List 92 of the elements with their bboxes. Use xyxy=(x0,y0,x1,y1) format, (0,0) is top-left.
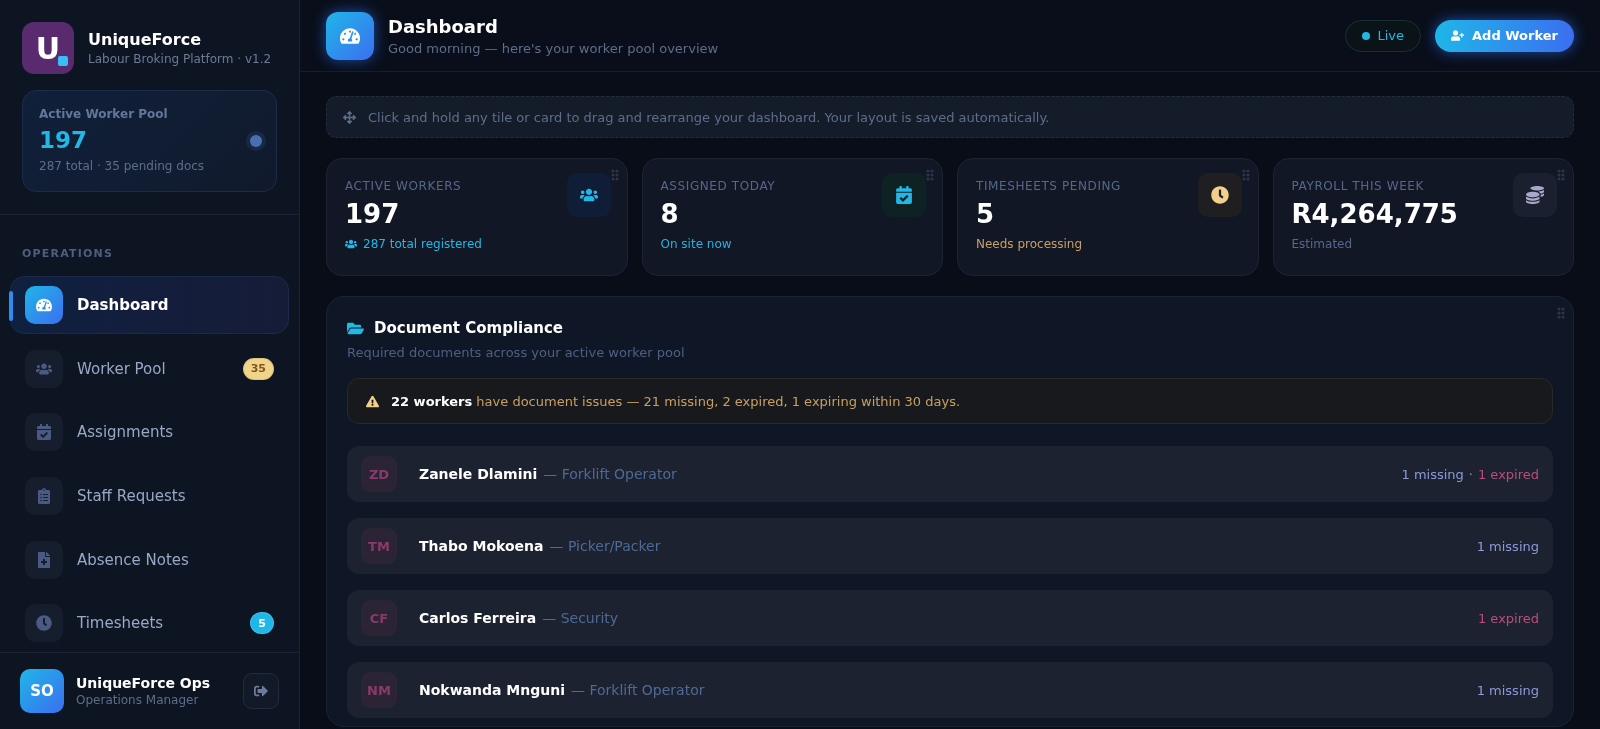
stat-card[interactable]: ACTIVE WORKERS 197 287 total registered xyxy=(326,158,628,276)
user-plus-icon xyxy=(1451,29,1465,42)
nav-item[interactable]: Worker Pool 35 xyxy=(10,339,289,398)
user-avatar: SO xyxy=(20,669,64,713)
calendar-check-icon xyxy=(25,413,63,452)
nav-item[interactable]: Absence Notes xyxy=(10,530,289,589)
stat-label: ACTIVE WORKERS xyxy=(345,179,463,193)
hint-text: Click and hold any tile or card to drag and rearrange your dashboard. Your layout is saved automatically. xyxy=(368,109,1050,125)
worker-row[interactable]: NM Nokwanda Mnguni — Forklift Operator 1 missing xyxy=(347,662,1553,718)
live-indicator: Live xyxy=(1344,19,1422,52)
worker-name: Zanele Dlamini xyxy=(419,466,538,482)
worker-row[interactable]: ZD Zanele Dlamini — Forklift Operator 1 missing · 1 expired xyxy=(347,446,1553,502)
page-subtitle: Good morning — here's your worker pool overview xyxy=(388,40,719,56)
stat-label: PAYROLL THIS WEEK xyxy=(1291,179,1425,193)
drag-handle-icon[interactable] xyxy=(926,169,934,181)
stat-note: Estimated xyxy=(1291,237,1354,251)
worker-row[interactable]: CF Carlos Ferreira — Security 1 expired xyxy=(347,590,1553,646)
nav-label: Absence Notes xyxy=(77,550,190,569)
pool-detail: 287 total · 35 pending docs xyxy=(39,159,206,173)
clock-icon xyxy=(25,604,63,643)
stat-note: Needs processing xyxy=(976,237,1084,251)
warning-icon xyxy=(366,394,379,408)
drag-handle-icon[interactable] xyxy=(1557,307,1565,319)
stat-value: 8 xyxy=(660,199,680,229)
stat-note: On site now xyxy=(660,237,733,251)
initials-avatar: TM xyxy=(361,528,397,564)
worker-row[interactable]: TM Thabo Mokoena — Picker/Packer 1 missing xyxy=(347,518,1553,574)
users-icon xyxy=(566,173,611,217)
stat-card[interactable]: TIMESHEETS PENDING 5 Needs processing xyxy=(957,158,1259,276)
nav-item[interactable]: Staff Requests xyxy=(10,467,289,525)
count-badge: 5 xyxy=(250,612,274,635)
nav-item[interactable]: Timesheets 5 xyxy=(10,594,289,652)
users-icon xyxy=(25,349,63,388)
warning-text: 22 workers have document issues — 21 missing, 2 expired, 1 expiring within 30 days. xyxy=(391,393,961,409)
issue-count: 1 expired xyxy=(1477,610,1539,626)
page-title: Dashboard xyxy=(388,15,499,37)
stat-card[interactable]: PAYROLL THIS WEEK R4,264,775 Estimated xyxy=(1272,158,1574,276)
nav-label: Timesheets xyxy=(77,614,165,633)
clipboard-icon xyxy=(25,476,63,515)
move-icon xyxy=(343,110,356,124)
separator: · xyxy=(1468,466,1473,482)
brand-subtitle: Labour Broking Platform · v1.2 xyxy=(88,52,272,66)
drag-handle-icon[interactable] xyxy=(1241,169,1250,181)
issue-count: 1 missing xyxy=(1476,538,1539,554)
gauge-icon xyxy=(326,11,374,60)
stat-value: 5 xyxy=(976,199,996,229)
users-icon xyxy=(345,238,357,250)
issue-count: 1 missing xyxy=(1476,682,1539,698)
stat-label: TIMESHEETS PENDING xyxy=(976,179,1123,193)
stat-note: 287 total registered xyxy=(345,237,609,251)
count-badge: 35 xyxy=(242,357,274,380)
drag-handle-icon[interactable] xyxy=(610,169,619,181)
logout-button[interactable] xyxy=(243,673,279,709)
nav-label: Assignments xyxy=(77,423,175,442)
issue-count: 1 missing xyxy=(1401,466,1464,482)
drag-handle-icon[interactable] xyxy=(1557,169,1565,181)
nav-label: Worker Pool xyxy=(77,359,167,378)
coins-icon xyxy=(1513,173,1557,217)
nav-label: Staff Requests xyxy=(77,486,187,505)
stat-value: 197 xyxy=(345,199,401,229)
initials-avatar: CF xyxy=(361,600,397,636)
add-worker-button[interactable]: Add Worker xyxy=(1435,19,1574,52)
file-plus-icon xyxy=(25,540,63,579)
nav-item[interactable]: Dashboard xyxy=(10,276,289,334)
worker-role: — Picker/Packer xyxy=(549,538,661,554)
worker-role: — Forklift Operator xyxy=(571,682,705,698)
section-heading: OPERATIONS xyxy=(21,247,115,262)
initials-avatar: NM xyxy=(361,672,397,708)
worker-name: Nokwanda Mnguni xyxy=(419,682,565,698)
worker-name: Thabo Mokoena xyxy=(419,538,544,554)
stat-label: ASSIGNED TODAY xyxy=(660,179,777,193)
stat-value: R4,264,775 xyxy=(1291,199,1459,229)
worker-role: — Security xyxy=(542,610,619,626)
nav-item[interactable]: Assignments xyxy=(10,403,289,461)
clock-icon xyxy=(1197,173,1242,217)
user-role: Operations Manager xyxy=(76,693,200,707)
gauge-icon xyxy=(25,285,63,324)
nav-label: Dashboard xyxy=(77,295,170,314)
issue-count: 1 expired xyxy=(1477,466,1539,482)
brand-name: UniqueForce xyxy=(88,30,203,49)
worker-name: Carlos Ferreira xyxy=(419,610,537,626)
panel-title: Document Compliance xyxy=(374,319,564,337)
pool-label: Active Worker Pool xyxy=(39,107,169,121)
worker-role: — Forklift Operator xyxy=(543,466,677,482)
app-logo: U xyxy=(22,22,74,74)
user-name: UniqueForce Ops xyxy=(76,675,211,691)
panel-subtitle: Required documents across your active worker pool xyxy=(347,345,686,360)
initials-avatar: ZD xyxy=(361,456,397,492)
stat-card[interactable]: ASSIGNED TODAY 8 On site now xyxy=(641,158,943,276)
pool-value: 197 xyxy=(39,127,87,153)
logout-icon xyxy=(254,684,268,698)
calendar-check-icon xyxy=(882,173,926,217)
